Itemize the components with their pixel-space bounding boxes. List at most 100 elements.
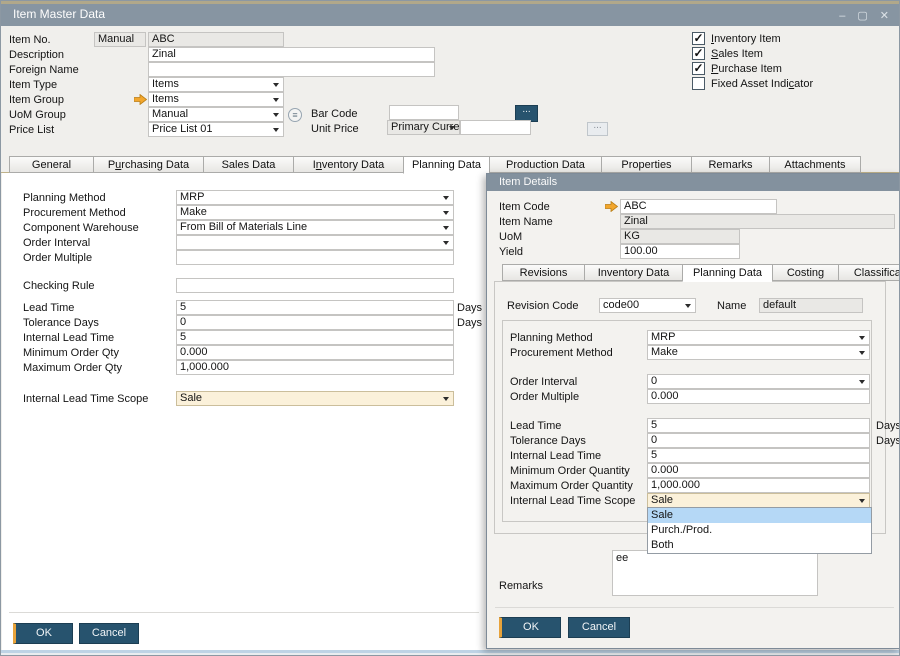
component-warehouse-label: Component Warehouse	[23, 222, 139, 235]
remarks-label: Remarks	[499, 580, 543, 593]
item-code-field[interactable]: ABC	[620, 199, 777, 214]
tab-production-data[interactable]: Production Data	[489, 156, 601, 173]
tab-purchasing-data[interactable]: Purchasing Data	[93, 156, 203, 173]
internal-lead-time-scope-select[interactable]: Sale	[176, 391, 454, 406]
checking-rule-field[interactable]	[176, 278, 454, 293]
cancel-button[interactable]: Cancel	[79, 623, 139, 644]
procurement-method-value: Make	[180, 206, 207, 218]
dialog-internal-lead-time-field[interactable]: 5	[647, 448, 870, 463]
item-no-field[interactable]: ABC	[148, 32, 284, 47]
foreign-name-field[interactable]	[148, 62, 435, 77]
inventory-item-checkbox[interactable]: ✓	[692, 32, 705, 45]
dialog-ok-button[interactable]: OK	[499, 617, 561, 638]
uom-values-menu-icon[interactable]: ≡	[288, 108, 302, 122]
unit-price-field[interactable]	[460, 120, 531, 135]
fixed-asset-indicator-checkbox[interactable]	[692, 77, 705, 90]
dialog-tab-inventory-data[interactable]: Inventory Data	[584, 264, 682, 281]
dropdown-option-purch-prod-[interactable]: Purch./Prod.	[648, 523, 871, 538]
bar-code-field[interactable]	[389, 105, 459, 120]
dialog-tab-revisions[interactable]: Revisions	[502, 264, 584, 281]
window-titlebar: Item Master Data – ▢ ✕	[1, 1, 899, 26]
dialog-internal-lead-time-scope-select[interactable]: Sale	[647, 493, 870, 508]
dialog-tab-costing[interactable]: Costing	[772, 264, 838, 281]
dialog-maximum-order-quantity-field[interactable]: 1,000.000	[647, 478, 870, 493]
unit-price-browse-button[interactable]: ...	[587, 122, 608, 136]
footer-separator	[9, 612, 479, 613]
yield-label: Yield	[499, 246, 523, 259]
dialog-tab-classifications[interactable]: Classifications	[838, 264, 900, 281]
dialog-procurement-method-label: Procurement Method	[510, 347, 613, 360]
tab-planning-data[interactable]: Planning Data	[403, 156, 489, 174]
dropdown-option-both[interactable]: Both	[648, 538, 871, 553]
item-no-label: Item No.	[9, 34, 51, 47]
revision-code-select[interactable]: code00	[599, 298, 696, 313]
revision-name-field[interactable]: default	[759, 298, 863, 313]
internal-lead-time-field[interactable]: 5	[176, 330, 454, 345]
maximize-icon[interactable]: ▢	[857, 11, 867, 22]
dialog-lead-time-field[interactable]: 5	[647, 418, 870, 433]
item-group-label: Item Group	[9, 94, 64, 107]
maximum-order-qty-field[interactable]: 1,000.000	[176, 360, 454, 375]
item-group-select[interactable]: Items	[148, 92, 284, 107]
price-list-select[interactable]: Price List 01	[148, 122, 284, 137]
window-title: Item Master Data	[13, 7, 105, 21]
order-multiple-field[interactable]	[176, 250, 454, 265]
dialog-order-interval-select[interactable]: 0	[647, 374, 870, 389]
minimum-order-qty-field[interactable]: 0.000	[176, 345, 454, 360]
tolerance-days-field[interactable]: 0	[176, 315, 454, 330]
item-no-mode-field[interactable]: Manual	[94, 32, 146, 47]
dialog-lead-time-label: Lead Time	[510, 420, 561, 433]
caret-down-icon	[443, 196, 449, 200]
dialog-minimum-order-quantity-label: Minimum Order Quantity	[510, 465, 630, 478]
dialog-title: Item Details	[499, 176, 557, 188]
tab-inventory-data[interactable]: Inventory Data	[293, 156, 403, 173]
order-interval-label: Order Interval	[23, 237, 90, 250]
dialog-tab-planning-data[interactable]: Planning Data	[682, 264, 772, 282]
procurement-method-select[interactable]: Make	[176, 205, 454, 220]
item-name-field[interactable]: Zinal	[620, 214, 895, 229]
close-icon[interactable]: ✕	[880, 11, 889, 22]
planning-method-select[interactable]: MRP	[176, 190, 454, 205]
dialog-planning-method-value: MRP	[651, 331, 675, 343]
tab-sales-data[interactable]: Sales Data	[203, 156, 293, 173]
revision-name-label: Name	[717, 300, 746, 313]
minimize-icon[interactable]: –	[839, 11, 845, 22]
tab-remarks[interactable]: Remarks	[691, 156, 769, 173]
item-details-dialog: Item Details Item Code ABC Item Name Zin…	[486, 173, 900, 649]
unit-price-currency-select[interactable]: Primary Curre	[387, 120, 460, 135]
revision-code-value: code00	[603, 299, 639, 311]
tab-attachments[interactable]: Attachments	[769, 156, 861, 173]
remarks-textarea[interactable]: ee	[612, 550, 818, 596]
purchase-item-checkbox[interactable]: ✓	[692, 62, 705, 75]
uom-group-select[interactable]: Manual	[148, 107, 284, 122]
dialog-tolerance-days-field[interactable]: 0	[647, 433, 870, 448]
dialog-minimum-order-quantity-field[interactable]: 0.000	[647, 463, 870, 478]
uom-field[interactable]: KG	[620, 229, 740, 244]
dialog-order-multiple-field[interactable]: 0.000	[647, 389, 870, 404]
caret-down-icon	[859, 336, 865, 340]
dialog-procurement-method-select[interactable]: Make	[647, 345, 870, 360]
lead-time-field[interactable]: 5	[176, 300, 454, 315]
sales-item-checkbox[interactable]: ✓	[692, 47, 705, 60]
price-list-label: Price List	[9, 124, 54, 137]
minimum-order-qty-label: Minimum Order Qty	[23, 347, 119, 360]
link-arrow-icon[interactable]	[605, 201, 618, 212]
dialog-internal-lead-time-label: Internal Lead Time	[510, 450, 601, 463]
dialog-maximum-order-quantity-label: Maximum Order Quantity	[510, 480, 633, 493]
dropdown-option-sale[interactable]: Sale	[648, 508, 871, 523]
link-arrow-icon[interactable]	[134, 94, 147, 105]
item-type-select[interactable]: Items	[148, 77, 284, 92]
order-interval-select[interactable]	[176, 235, 454, 250]
tab-properties[interactable]: Properties	[601, 156, 691, 173]
maximum-order-qty-label: Maximum Order Qty	[23, 362, 122, 375]
yield-field[interactable]: 100.00	[620, 244, 740, 259]
item-code-label: Item Code	[499, 201, 550, 214]
caret-down-icon	[443, 211, 449, 215]
component-warehouse-select[interactable]: From Bill of Materials Line	[176, 220, 454, 235]
tab-general[interactable]: General	[9, 156, 93, 173]
ok-button[interactable]: OK	[13, 623, 73, 644]
scope-dropdown-list: SalePurch./Prod.Both	[647, 507, 872, 554]
dialog-planning-method-select[interactable]: MRP	[647, 330, 870, 345]
dialog-cancel-button[interactable]: Cancel	[568, 617, 630, 638]
description-field[interactable]: Zinal	[148, 47, 435, 62]
